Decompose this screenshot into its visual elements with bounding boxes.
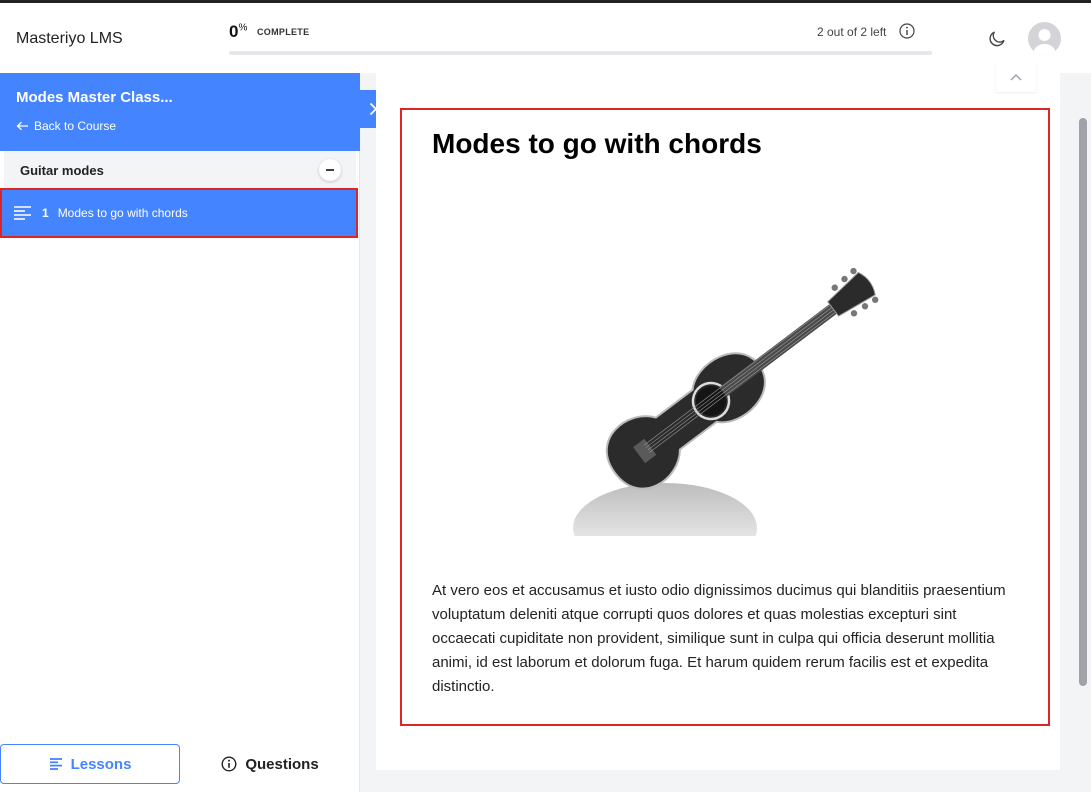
info-icon[interactable] xyxy=(899,23,915,39)
lesson-text-icon xyxy=(14,206,31,220)
back-arrow-icon xyxy=(16,121,28,131)
lesson-body-text: At vero eos et accusamus et iusto odio d… xyxy=(432,582,1006,695)
section-title: Guitar modes xyxy=(20,163,104,178)
course-sidebar: Modes Master Class... Back to Course Gui… xyxy=(0,73,360,792)
lesson-title: Modes to go with chords xyxy=(432,128,762,159)
back-to-course-link[interactable]: Back to Course xyxy=(16,119,116,133)
avatar-icon xyxy=(1033,29,1056,55)
progress-label: COMPLETE xyxy=(257,27,310,37)
moon-icon[interactable] xyxy=(988,28,1008,48)
avatar[interactable] xyxy=(1028,22,1061,55)
scroll-up-button[interactable] xyxy=(996,62,1036,92)
sidebar-item-lesson-1[interactable]: 1 Modes to go with chords xyxy=(0,188,358,238)
progress-bar xyxy=(229,51,932,55)
progress-remaining: 2 out of 2 left xyxy=(817,25,887,39)
page-scrollbar[interactable] xyxy=(1075,73,1091,792)
collapse-minus-icon xyxy=(326,169,334,171)
tab-questions-label: Questions xyxy=(245,755,319,773)
course-title: Modes Master Class... xyxy=(16,89,173,106)
collapse-button[interactable] xyxy=(319,159,341,181)
site-logo[interactable]: Masteriyo LMS xyxy=(16,30,123,48)
tab-questions[interactable]: Questions xyxy=(190,744,350,784)
scrollbar-thumb[interactable] xyxy=(1079,118,1087,686)
lessons-tab-icon xyxy=(49,758,62,770)
tab-lessons-label: Lessons xyxy=(70,755,132,773)
chevron-up-icon xyxy=(1010,73,1022,81)
lesson-label: Modes to go with chords xyxy=(57,206,188,220)
back-to-course-label: Back to Course xyxy=(34,119,117,133)
guitar-image xyxy=(560,267,890,548)
section-guitar-modes[interactable]: Guitar modes xyxy=(4,151,356,189)
sidebar-header: Modes Master Class... Back to Course xyxy=(0,73,360,151)
progress-percent: 0% xyxy=(229,22,248,41)
tab-lessons[interactable]: Lessons xyxy=(0,744,180,784)
lesson-number: 1 xyxy=(42,206,49,220)
questions-info-icon xyxy=(221,756,237,772)
top-header: Masteriyo LMS 0% COMPLETE 2 out of 2 lef… xyxy=(0,3,1091,73)
